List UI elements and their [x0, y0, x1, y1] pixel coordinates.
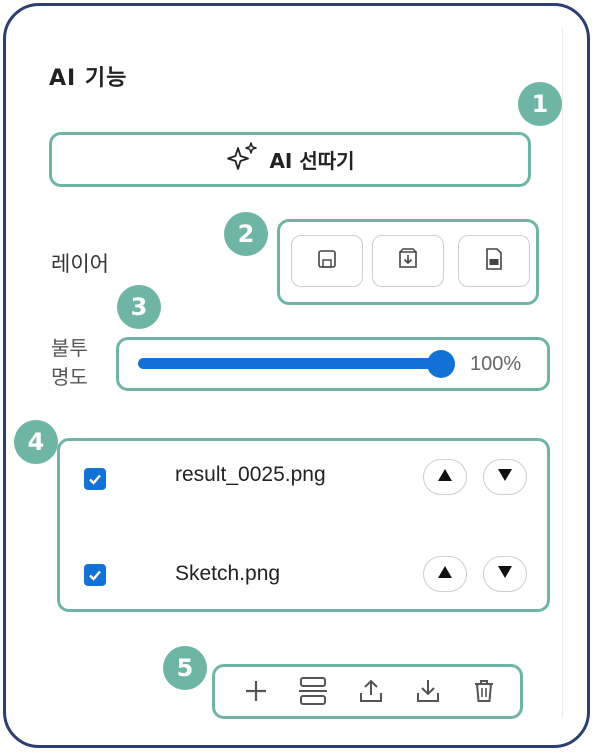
ai-line-extract-button[interactable]: AI 선따기: [49, 132, 531, 187]
delete-icon: [472, 678, 496, 709]
save-icon: [317, 249, 337, 274]
opacity-value: 100%: [470, 353, 522, 375]
layer-visibility-checkbox[interactable]: [84, 564, 106, 586]
step-badge-2: 2: [224, 212, 268, 256]
layer-visibility-checkbox[interactable]: [84, 468, 106, 490]
download-icon: [415, 678, 441, 709]
triangle-up-icon: [437, 565, 453, 584]
import-icon: [396, 247, 420, 276]
layer-name: Sketch.png: [175, 562, 281, 585]
panel-title: AI 기능: [49, 66, 128, 91]
import-layer-button[interactable]: [372, 235, 444, 287]
opacity-slider-thumb[interactable]: [427, 350, 455, 378]
sparkle-icon: [225, 140, 259, 179]
layer-label: 레이어: [51, 252, 109, 276]
scrollbar-track[interactable]: [562, 28, 563, 718]
add-layer-button[interactable]: [239, 676, 273, 710]
delete-layer-button[interactable]: [467, 676, 501, 710]
download-layer-button[interactable]: [411, 676, 445, 710]
add-icon: [244, 679, 268, 708]
move-layer-down-button[interactable]: [483, 459, 527, 495]
step-badge-3: 3: [117, 285, 161, 329]
opacity-label: 불투 명도: [51, 336, 88, 389]
opacity-slider-track[interactable]: [138, 358, 442, 369]
step-badge-1: 1: [518, 82, 562, 126]
upload-icon: [358, 678, 384, 709]
merge-icon: [298, 676, 328, 711]
move-layer-up-button[interactable]: [423, 459, 467, 495]
triangle-down-icon: [497, 468, 513, 487]
layer-name: result_0025.png: [175, 463, 326, 486]
ai-button-label: AI 선따기: [269, 149, 355, 173]
export-psd-button[interactable]: [458, 235, 530, 287]
step-badge-4: 4: [14, 420, 58, 464]
triangle-down-icon: [497, 565, 513, 584]
move-layer-down-button[interactable]: [483, 556, 527, 592]
step-badge-5: 5: [163, 646, 207, 690]
triangle-up-icon: [437, 468, 453, 487]
merge-layer-button[interactable]: [296, 676, 330, 710]
psd-icon: [484, 247, 504, 275]
save-layer-button[interactable]: [291, 235, 363, 287]
move-layer-up-button[interactable]: [423, 556, 467, 592]
upload-layer-button[interactable]: [354, 676, 388, 710]
